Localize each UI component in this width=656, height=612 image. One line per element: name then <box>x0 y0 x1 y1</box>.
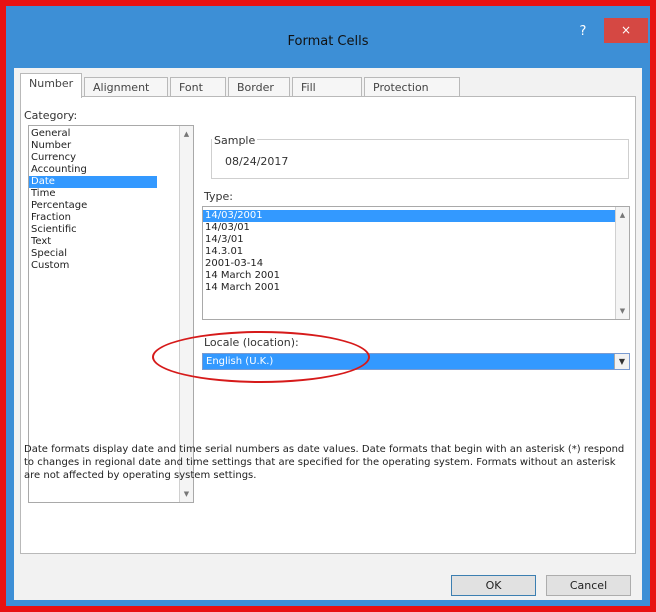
category-item-custom[interactable]: Custom <box>29 260 193 272</box>
category-item-fraction[interactable]: Fraction <box>29 212 193 224</box>
tab-font[interactable]: Font <box>170 77 226 97</box>
type-item[interactable]: 14/3/01 <box>203 234 616 246</box>
close-button[interactable]: × <box>604 18 648 43</box>
category-item-time[interactable]: Time <box>29 188 193 200</box>
format-cells-dialog: Format Cells ? × Number Alignment Font B… <box>6 6 650 606</box>
type-item[interactable]: 14 March 2001 <box>203 270 616 282</box>
type-item[interactable]: 14.3.01 <box>203 246 616 258</box>
title-bar[interactable]: Format Cells ? × <box>6 6 650 68</box>
ok-button[interactable]: OK <box>451 575 536 596</box>
tab-strip: Number Alignment Font Border Fill Protec… <box>14 73 642 98</box>
sample-label: Sample <box>212 134 258 147</box>
category-item-currency[interactable]: Currency <box>29 152 193 164</box>
tab-border[interactable]: Border <box>228 77 290 97</box>
category-label: Category: <box>24 109 78 122</box>
chevron-down-icon[interactable]: ▼ <box>614 354 629 369</box>
sample-value: 08/24/2017 <box>225 155 289 168</box>
category-item-general[interactable]: General <box>29 128 193 140</box>
category-item-scientific[interactable]: Scientific <box>29 224 193 236</box>
scroll-up-icon[interactable]: ▲ <box>180 128 193 140</box>
category-item-date[interactable]: Date <box>29 176 157 188</box>
dialog-title: Format Cells <box>287 34 369 49</box>
scroll-down-icon[interactable]: ▼ <box>180 488 193 500</box>
tab-protection[interactable]: Protection <box>364 77 460 97</box>
tab-alignment[interactable]: Alignment <box>84 77 168 97</box>
type-list[interactable]: 14/03/2001 14/03/01 14/3/01 14.3.01 2001… <box>202 206 630 320</box>
dialog-client-area: Number Alignment Font Border Fill Protec… <box>14 68 642 600</box>
scroll-up-icon[interactable]: ▲ <box>616 209 629 221</box>
tab-number[interactable]: Number <box>20 73 82 98</box>
type-item[interactable]: 14/03/01 <box>203 222 616 234</box>
category-item-number[interactable]: Number <box>29 140 193 152</box>
format-description: Date formats display date and time seria… <box>24 444 625 481</box>
category-item-special[interactable]: Special <box>29 248 193 260</box>
type-label: Type: <box>204 190 233 203</box>
type-scrollbar[interactable]: ▲ ▼ <box>615 207 629 319</box>
category-item-text[interactable]: Text <box>29 236 193 248</box>
type-item[interactable]: 14 March 2001 <box>203 282 616 294</box>
help-button[interactable]: ? <box>574 23 592 41</box>
type-item[interactable]: 14/03/2001 <box>203 210 616 222</box>
scroll-down-icon[interactable]: ▼ <box>616 305 629 317</box>
sample-group: 08/24/2017 <box>211 139 629 179</box>
tab-fill[interactable]: Fill <box>292 77 362 97</box>
cancel-button[interactable]: Cancel <box>546 575 631 596</box>
type-item[interactable]: 2001-03-14 <box>203 258 616 270</box>
category-item-percentage[interactable]: Percentage <box>29 200 193 212</box>
red-annotation-ellipse <box>152 331 370 383</box>
category-item-accounting[interactable]: Accounting <box>29 164 193 176</box>
